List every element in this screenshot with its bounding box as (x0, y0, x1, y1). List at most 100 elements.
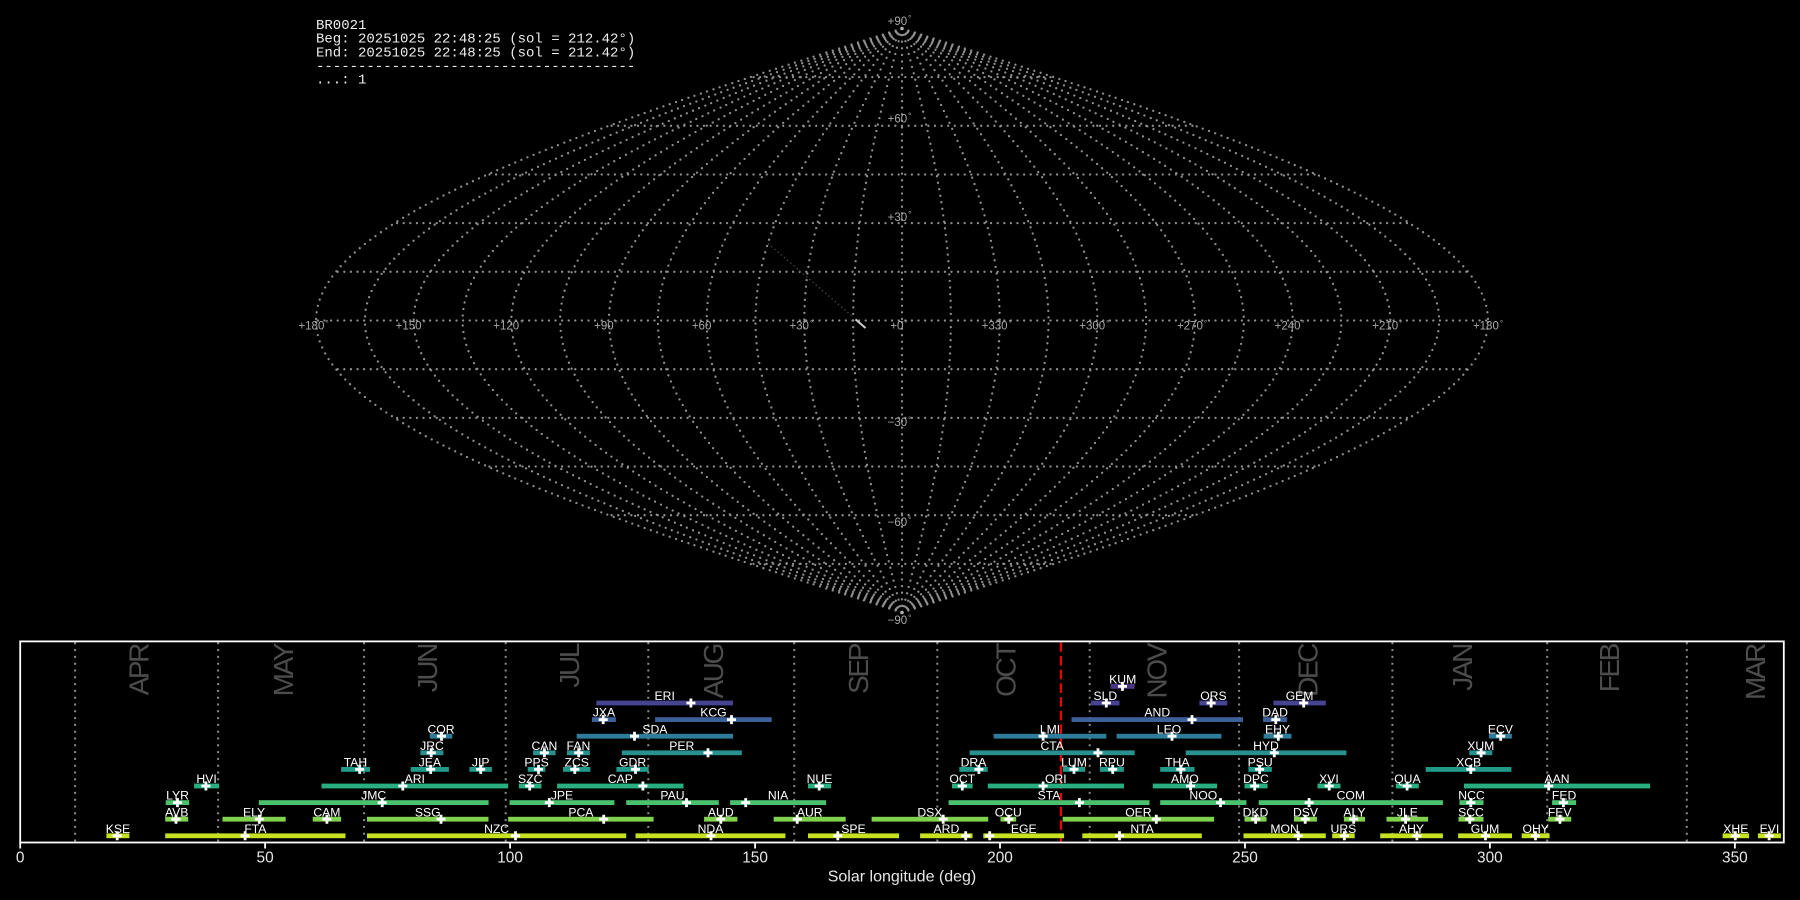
svg-text:JLE: JLE (1397, 805, 1418, 819)
svg-text:SSG: SSG (415, 805, 441, 819)
svg-text:NIA: NIA (768, 789, 789, 803)
svg-text:AUD: AUD (708, 805, 734, 819)
svg-text:PER: PER (669, 739, 694, 753)
svg-text:RPU: RPU (1099, 756, 1125, 770)
svg-text:DRA: DRA (961, 756, 988, 770)
svg-text:GUM: GUM (1471, 822, 1499, 836)
svg-text:MON: MON (1270, 822, 1298, 836)
svg-text:KCG: KCG (700, 706, 726, 720)
svg-text:ALY: ALY (1343, 805, 1365, 819)
svg-text:JXA: JXA (593, 706, 616, 720)
svg-text:EHY: EHY (1265, 722, 1290, 736)
svg-text:HVI: HVI (196, 772, 216, 786)
svg-text:350: 350 (1722, 850, 1748, 867)
svg-text:EVI: EVI (1760, 822, 1780, 836)
svg-text:SCC: SCC (1458, 805, 1484, 819)
svg-text:+180°: +180° (298, 319, 328, 333)
svg-text:ORI: ORI (1045, 772, 1067, 786)
svg-text:COM: COM (1337, 789, 1365, 803)
svg-text:+120°: +120° (493, 319, 523, 333)
svg-text:AAN: AAN (1544, 772, 1569, 786)
svg-text:OCT: OCT (991, 643, 1022, 697)
svg-text:+300°: +300° (1079, 319, 1109, 333)
svg-text:200: 200 (987, 850, 1013, 867)
svg-text:COR: COR (427, 722, 454, 736)
svg-text:FEB: FEB (1594, 643, 1625, 692)
svg-text:STA: STA (1038, 789, 1062, 803)
svg-text:LUM: LUM (1061, 756, 1087, 770)
svg-text:ZCS: ZCS (565, 756, 589, 770)
svg-text:KSE: KSE (106, 822, 130, 836)
svg-text:+330°: +330° (982, 319, 1012, 333)
svg-text:TAH: TAH (344, 756, 367, 770)
svg-text:JRC: JRC (420, 739, 444, 753)
svg-text:XVI: XVI (1319, 772, 1339, 786)
svg-text:ARD: ARD (934, 822, 960, 836)
svg-text:NOO: NOO (1189, 789, 1217, 803)
svg-text:CAM: CAM (313, 805, 340, 819)
svg-text:GEM: GEM (1286, 689, 1314, 703)
svg-text:XHE: XHE (1723, 822, 1748, 836)
svg-text:AUG: AUG (698, 644, 729, 698)
svg-text:LYR: LYR (166, 789, 189, 803)
svg-text:MAY: MAY (268, 642, 299, 696)
svg-text:OCU: OCU (995, 805, 1022, 819)
svg-text:AHY: AHY (1399, 822, 1424, 836)
svg-text:MAR: MAR (1740, 644, 1771, 700)
svg-text:THA: THA (1165, 756, 1190, 770)
svg-text:AND: AND (1144, 706, 1170, 720)
svg-text:SLD: SLD (1093, 689, 1117, 703)
svg-text:CTA: CTA (1040, 739, 1064, 753)
svg-text:+270°: +270° (1177, 319, 1207, 333)
svg-text:CAN: CAN (532, 739, 558, 753)
svg-text:AUR: AUR (797, 805, 823, 819)
svg-text:ARI: ARI (405, 772, 425, 786)
svg-text:GDR: GDR (619, 756, 646, 770)
svg-text:HYD: HYD (1253, 739, 1279, 753)
svg-text:PCA: PCA (568, 805, 594, 819)
svg-text:OHY: OHY (1522, 822, 1548, 836)
svg-text:NCC: NCC (1458, 789, 1485, 803)
svg-text:PPS: PPS (524, 756, 548, 770)
svg-text:CAP: CAP (608, 772, 633, 786)
svg-text:LMI: LMI (1040, 722, 1060, 736)
svg-text:JUN: JUN (412, 645, 443, 692)
svg-text:100: 100 (497, 850, 523, 867)
svg-text:SDA: SDA (642, 722, 668, 736)
svg-text:JAN: JAN (1447, 645, 1478, 691)
svg-text:JMC: JMC (361, 789, 386, 803)
svg-text:JEA: JEA (419, 756, 442, 770)
svg-text:OER: OER (1125, 805, 1152, 819)
svg-text:Solar longitude (deg): Solar longitude (deg) (828, 869, 977, 886)
svg-text:DSV: DSV (1293, 805, 1319, 819)
svg-text:ERI: ERI (655, 689, 675, 703)
svg-text:XCB: XCB (1456, 756, 1481, 770)
svg-text:SZC: SZC (518, 772, 543, 786)
svg-text:...: 1: ...: 1 (316, 73, 366, 89)
svg-text:AVB: AVB (165, 805, 188, 819)
svg-text:300: 300 (1477, 850, 1503, 867)
svg-text:+150°: +150° (396, 319, 426, 333)
svg-text:SEP: SEP (843, 643, 874, 694)
svg-text:PSU: PSU (1248, 756, 1273, 770)
svg-text:APR: APR (124, 644, 155, 696)
svg-text:ORS: ORS (1200, 689, 1226, 703)
svg-text:JUL: JUL (554, 643, 585, 687)
svg-text:250: 250 (1232, 850, 1258, 867)
svg-text:+210°: +210° (1372, 319, 1402, 333)
svg-text:FEV: FEV (1548, 805, 1573, 819)
svg-text:AMO: AMO (1171, 772, 1199, 786)
svg-text:NZC: NZC (484, 822, 509, 836)
svg-text:+240°: +240° (1275, 319, 1305, 333)
svg-text:OCT: OCT (949, 772, 975, 786)
svg-text:EGE: EGE (1011, 822, 1037, 836)
svg-text:50: 50 (257, 850, 274, 867)
svg-text:KUM: KUM (1109, 673, 1136, 687)
svg-text:JIP: JIP (472, 756, 490, 770)
svg-text:150: 150 (742, 850, 768, 867)
svg-text:0: 0 (16, 850, 25, 867)
svg-text:DAD: DAD (1262, 706, 1288, 720)
svg-text:NDA: NDA (698, 822, 725, 836)
svg-text:URS: URS (1331, 822, 1357, 836)
svg-text:QUA: QUA (1394, 772, 1421, 786)
